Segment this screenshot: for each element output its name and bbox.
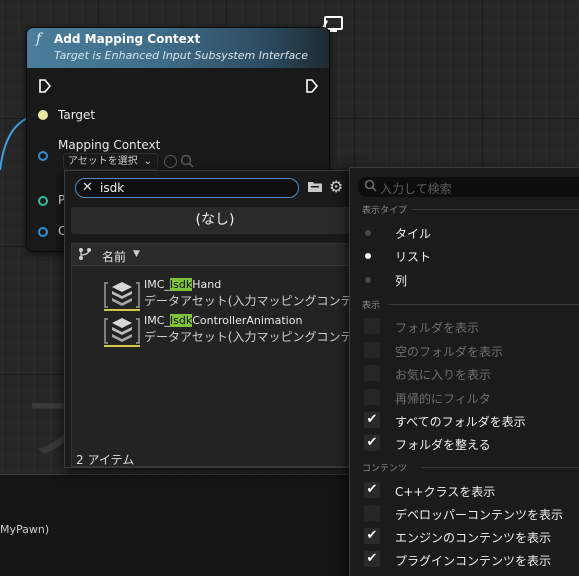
asset-type-color-bar [104, 345, 140, 347]
target-pin[interactable] [38, 110, 48, 120]
checkmark-icon[interactable]: ✔ [364, 482, 380, 498]
view-type-tile[interactable]: タイル [350, 222, 579, 244]
radio-dot-icon [365, 253, 371, 259]
list-header: 名前 ▼ [72, 244, 358, 266]
radio-dot-icon [365, 277, 371, 283]
view-type-column[interactable]: 列 [350, 269, 579, 291]
asset-name: IMC_IsdkControllerAnimation [144, 314, 303, 327]
menu-search-placeholder: 入力して検索 [380, 182, 452, 196]
option-label: お気に入りを表示 [395, 368, 492, 382]
asset-select-label: アセットを選択 [68, 156, 138, 167]
exec-out-pin-icon[interactable] [305, 79, 319, 93]
option-show-developer-content[interactable]: デベロッパーコンテンツを表示 [350, 502, 579, 525]
lower-panel-text: MyPawn) [0, 523, 50, 536]
option-label: フォルダを表示 [395, 321, 480, 335]
option-show-empty-folders[interactable]: 空のフォルダを表示 [350, 339, 579, 362]
section-label-view-type: 表示タイプ [362, 206, 408, 216]
checkbox[interactable] [364, 342, 380, 358]
option-show-plugin-content[interactable]: ✔ プラグインコンテンツを表示 [350, 548, 579, 571]
node-title: Add Mapping Context [54, 32, 201, 46]
asset-type-label: データアセット(入力マッピングコンテキスト) [144, 330, 354, 344]
option-organize-folders[interactable]: ✔ フォルダを整える [350, 432, 579, 455]
view-type-list-label: リスト [395, 250, 432, 264]
sort-arrow-icon[interactable]: ▼ [133, 249, 140, 259]
option-show-all-folders[interactable]: ✔ すべてのフォルダを表示 [350, 409, 579, 432]
list-item[interactable]: IMC_IsdkHand データアセット(入力マッピングコンテキスト) [72, 277, 358, 313]
radio-dot-icon [365, 230, 371, 236]
view-options-menu[interactable]: 入力して検索 表示タイプ タイル リスト 列 表示 フォルダを表示 空のフォルダ… [349, 167, 579, 576]
gear-icon[interactable]: ⚙ [329, 177, 343, 196]
data-asset-icon [104, 282, 140, 308]
option-label: デベロッパーコンテンツを表示 [395, 508, 564, 522]
option-show-favorites[interactable]: お気に入りを表示 [350, 362, 579, 385]
asset-type-label: データアセット(入力マッピングコンテキスト) [144, 294, 354, 308]
checkmark-icon[interactable]: ✔ [364, 551, 380, 567]
option-show-folders[interactable]: フォルダを表示 [350, 315, 579, 338]
option-recursive-filter[interactable]: 再帰的にフィルタ [350, 386, 579, 409]
asset-list[interactable]: 名前 ▼ IMC_IsdkHand データアセット(入力マッピングコンテキスト) [71, 243, 359, 467]
mapping-context-pin[interactable] [38, 151, 48, 161]
asset-type-color-bar [104, 309, 140, 311]
branch-icon[interactable] [78, 247, 92, 261]
options-pin[interactable] [38, 196, 48, 206]
list-item[interactable]: IMC_IsdkControllerAnimation データアセット(入力マッ… [72, 313, 358, 349]
option-label: 空のフォルダを表示 [395, 345, 504, 359]
column-name-header[interactable]: 名前 [102, 248, 126, 265]
asset-name: IMC_IsdkHand [144, 278, 222, 291]
asset-search-input[interactable]: ✕ isdk [75, 178, 299, 198]
section-label-display: 表示 [362, 301, 381, 311]
none-option-button[interactable]: (なし) [71, 207, 359, 234]
option-show-cpp-classes[interactable]: ✔ C++クラスを表示 [350, 479, 579, 502]
view-type-column-label: 列 [395, 274, 408, 288]
node-header[interactable]: f Add Mapping Context Target is Enhanced… [27, 28, 329, 68]
option-label: エンジンのコンテンツを表示 [395, 531, 552, 545]
data-asset-icon [104, 318, 140, 344]
option-label: 再帰的にフィルタ [395, 392, 491, 406]
option-label: プラグインコンテンツを表示 [395, 554, 552, 568]
checkbox[interactable] [364, 318, 380, 334]
checkbox[interactable] [364, 365, 380, 381]
folder-icon[interactable] [307, 180, 323, 193]
checkbox[interactable] [364, 505, 380, 521]
asset-picker-popup[interactable]: ✕ isdk ⚙ (なし) 名前 ▼ IMC_IsdkHand データアセット(… [64, 170, 364, 468]
checkmark-icon[interactable]: ✔ [364, 435, 380, 451]
use-selected-icon[interactable] [164, 155, 177, 168]
menu-search-input[interactable]: 入力して検索 [358, 177, 579, 197]
clear-icon[interactable]: ✕ [82, 180, 93, 195]
browse-search-icon[interactable] [180, 154, 194, 168]
asset-search-value: isdk [100, 181, 125, 195]
function-icon: f [36, 31, 42, 47]
option-show-engine-content[interactable]: ✔ エンジンのコンテンツを表示 [350, 525, 579, 548]
exec-in-pin-icon[interactable] [38, 79, 52, 93]
checkbox[interactable] [364, 389, 380, 405]
divider [422, 467, 579, 468]
checkmark-icon[interactable]: ✔ [364, 528, 380, 544]
option-label: すべてのフォルダを表示 [395, 415, 526, 429]
extra-pin[interactable] [38, 227, 48, 237]
mapping-context-label: Mapping Context [58, 138, 161, 152]
option-label: フォルダを整える [395, 438, 491, 452]
view-type-list[interactable]: リスト [350, 245, 579, 267]
option-label: C++クラスを表示 [395, 485, 496, 499]
target-pin-label: Target [58, 108, 96, 122]
item-count: 2 アイテム [76, 453, 135, 467]
search-icon [364, 179, 377, 192]
section-label-content: コンテンツ [362, 464, 408, 474]
asset-select-dropdown[interactable]: アセットを選択 ⌄ [63, 153, 158, 170]
checkmark-icon[interactable]: ✔ [364, 412, 380, 428]
view-type-tile-label: タイル [395, 227, 432, 241]
divider [412, 209, 579, 210]
divider [388, 304, 579, 305]
node-subtitle: Target is Enhanced Input Subsystem Inter… [54, 49, 308, 62]
chevron-down-icon: ⌄ [143, 156, 152, 167]
